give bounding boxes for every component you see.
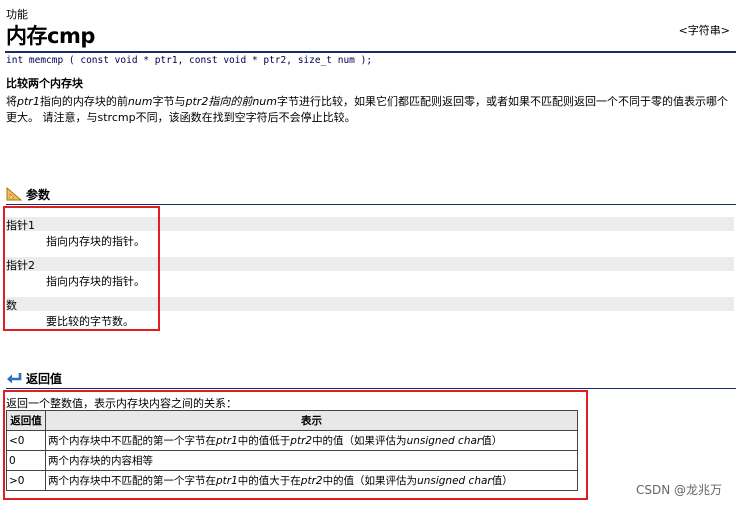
desc-text: 不同，该函数在找到空字符后不会停止比较。 bbox=[135, 111, 356, 124]
return-rule bbox=[6, 388, 736, 389]
return-heading: 返回值 bbox=[6, 370, 62, 387]
params-heading: 参数 bbox=[6, 186, 50, 203]
function-prototype: int memcmp ( const void * ptr1, const vo… bbox=[6, 55, 373, 66]
header-tag-link[interactable]: <字符串> bbox=[679, 22, 730, 38]
summary: 比较两个内存块 bbox=[6, 77, 83, 90]
strcmp-link[interactable]: strcmp bbox=[98, 111, 136, 124]
watermark: CSDN @龙兆万 bbox=[635, 483, 722, 497]
ruler-triangle-icon bbox=[6, 187, 22, 201]
page-title: 内存cmp bbox=[6, 24, 95, 48]
params-heading-label: 参数 bbox=[26, 188, 51, 202]
return-heading-label: 返回值 bbox=[26, 372, 63, 386]
return-arrow-icon bbox=[7, 373, 22, 384]
params-highlight-box bbox=[3, 206, 160, 331]
desc-text: 将 bbox=[6, 95, 17, 108]
desc-ptr1: ptr1 bbox=[17, 95, 40, 108]
params-rule bbox=[6, 204, 736, 205]
desc-text: 指向的内存块的前 bbox=[39, 95, 128, 108]
desc-num: num bbox=[252, 95, 277, 108]
desc-text: 字节与 bbox=[152, 95, 186, 108]
return-highlight-box bbox=[3, 390, 588, 500]
desc-num: num bbox=[127, 95, 153, 108]
desc-ptr2-phrase: ptr2指向的前 bbox=[185, 95, 253, 108]
description: 将ptr1指向的内存块的前num字节与ptr2指向的前num字节进行比较，如果它… bbox=[6, 94, 734, 126]
title-rule bbox=[5, 51, 736, 53]
